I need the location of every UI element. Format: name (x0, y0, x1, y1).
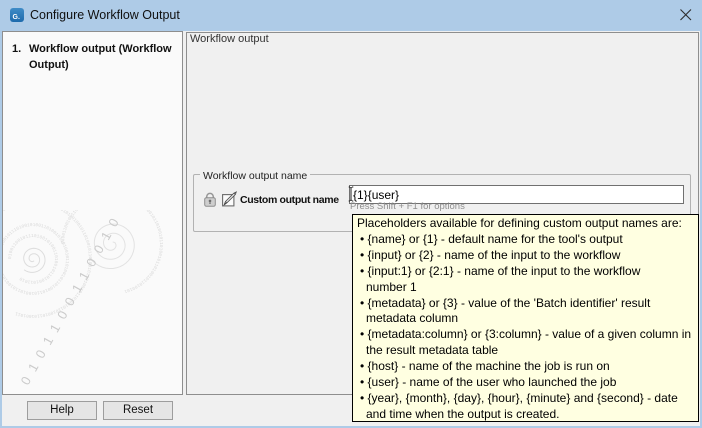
svg-text:010011001011101001010011010010: 0100110010111010010100110100101101001011… (7, 233, 59, 285)
svg-text:010011001011101001010011010010: 0100110010111010010100110100101101001011… (3, 222, 70, 296)
